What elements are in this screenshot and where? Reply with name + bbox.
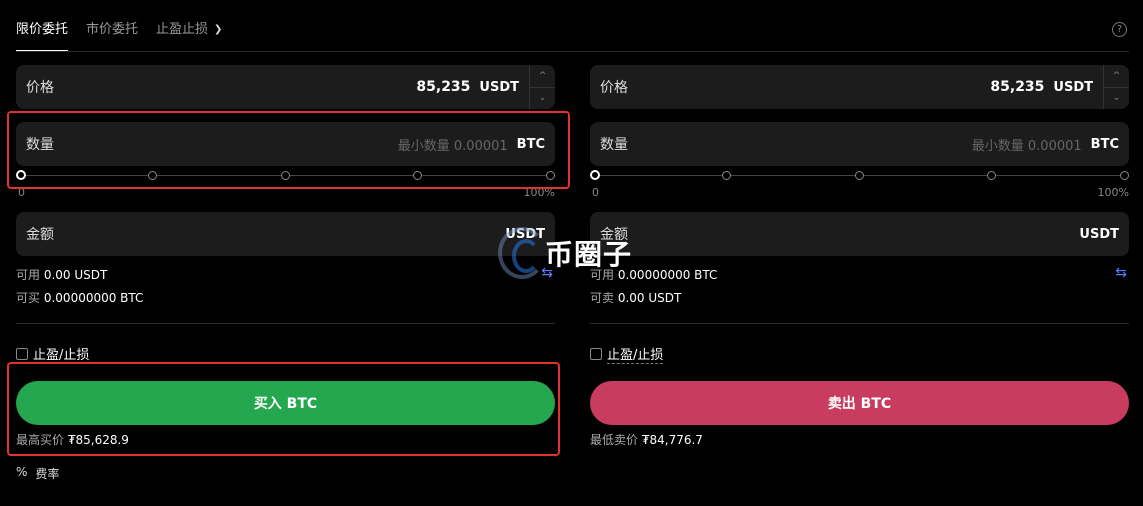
watermark-logo-icon xyxy=(498,227,546,279)
chevron-down-icon[interactable]: ⌄ xyxy=(1104,88,1129,110)
sell-quantity-unit: BTC xyxy=(1090,136,1119,152)
buy-price-field[interactable]: 价格 85,235 USDT ^ ⌄ xyxy=(16,65,555,109)
buy-tpsl-checkbox[interactable]: 止盈/止损 xyxy=(16,344,90,364)
sell-amount-field[interactable]: 金额 USDT xyxy=(590,212,1129,256)
slider-stop-50[interactable] xyxy=(281,171,290,180)
slider-stop-75[interactable] xyxy=(987,171,996,180)
sell-quantity-slider[interactable] xyxy=(590,170,1129,182)
slider-stop-100[interactable] xyxy=(1120,171,1129,180)
slider-min-label: 0 xyxy=(18,186,25,199)
buy-panel: 价格 85,235 USDT ^ ⌄ 数量 最小数量 0.00001 BTC 0… xyxy=(16,0,555,506)
watermark: 币圈子 xyxy=(498,225,643,285)
slider-min-label: 0 xyxy=(592,186,599,199)
fee-rate-link[interactable]: % 费率 xyxy=(16,465,59,482)
buy-amount-field[interactable]: 金额 USDT xyxy=(16,212,555,256)
sell-panel: 价格 85,235 USDT ^ ⌄ 数量 最小数量 0.00001 BTC 0… xyxy=(590,0,1129,506)
best-ask: 最低卖价 ₮84,776.7 xyxy=(590,431,703,448)
slider-handle[interactable] xyxy=(16,170,26,180)
slider-stop-25[interactable] xyxy=(148,171,157,180)
max-sell-value: 0.00 USDT xyxy=(617,291,682,305)
best-ask-label: 最低卖价 xyxy=(590,433,639,447)
buy-quantity-field[interactable]: 数量 最小数量 0.00001 BTC xyxy=(16,122,555,166)
sell-price-unit: USDT xyxy=(1053,79,1093,95)
sell-amount-unit: USDT xyxy=(1079,226,1119,242)
slider-stop-25[interactable] xyxy=(722,171,731,180)
max-buy-value: 0.00000000 BTC xyxy=(43,291,144,305)
buy-amount-label: 金额 xyxy=(26,227,54,243)
sell-price-field[interactable]: 价格 85,235 USDT ^ ⌄ xyxy=(590,65,1129,109)
max-sell-label: 可卖 xyxy=(590,291,615,305)
slider-stop-75[interactable] xyxy=(413,171,422,180)
sell-quantity-label: 数量 xyxy=(600,137,628,153)
sell-tpsl-checkbox[interactable]: 止盈/止损 xyxy=(590,344,664,364)
tpsl-label: 止盈/止损 xyxy=(607,344,664,364)
buy-max: 可买 0.00000000 BTC xyxy=(16,289,143,306)
chevron-down-icon[interactable]: ⌄ xyxy=(530,88,555,110)
buy-quantity-input[interactable]: 最小数量 0.00001 xyxy=(398,135,508,154)
fee-rate-label: 费率 xyxy=(35,467,60,481)
transfer-icon[interactable]: ⇆ xyxy=(1115,265,1127,281)
sell-price-value[interactable]: 85,235 xyxy=(990,79,1044,95)
slider-stop-50[interactable] xyxy=(855,171,864,180)
checkbox-icon[interactable] xyxy=(16,348,28,360)
slider-max-label: 100% xyxy=(1097,186,1129,199)
buy-quantity-unit: BTC xyxy=(516,136,545,152)
chevron-up-icon[interactable]: ^ xyxy=(1104,65,1129,88)
buy-price-stepper[interactable]: ^ ⌄ xyxy=(529,65,555,109)
buy-btc-button[interactable]: 买入 BTC xyxy=(16,381,555,425)
buy-quantity-label: 数量 xyxy=(26,137,54,153)
slider-max-label: 100% xyxy=(523,186,555,199)
best-bid-value: ₮85,628.9 xyxy=(67,433,129,447)
buy-available: 可用 0.00 USDT xyxy=(16,266,107,283)
sell-btc-button[interactable]: 卖出 BTC xyxy=(590,381,1129,425)
max-buy-label: 可买 xyxy=(16,291,41,305)
best-ask-value: ₮84,776.7 xyxy=(641,433,703,447)
best-bid: 最高买价 ₮85,628.9 xyxy=(16,431,129,448)
available-value: 0.00 USDT xyxy=(43,268,108,282)
tpsl-label: 止盈/止损 xyxy=(33,344,90,364)
slider-handle[interactable] xyxy=(590,170,600,180)
sell-price-label: 价格 xyxy=(600,80,628,96)
section-divider xyxy=(16,323,555,324)
buy-price-label: 价格 xyxy=(26,80,54,96)
sell-price-stepper[interactable]: ^ ⌄ xyxy=(1103,65,1129,109)
slider-stop-100[interactable] xyxy=(546,171,555,180)
chevron-up-icon[interactable]: ^ xyxy=(530,65,555,88)
available-label: 可用 xyxy=(16,268,41,282)
checkbox-icon[interactable] xyxy=(590,348,602,360)
buy-quantity-slider[interactable] xyxy=(16,170,555,182)
buy-price-value[interactable]: 85,235 xyxy=(416,79,470,95)
sell-max: 可卖 0.00 USDT xyxy=(590,289,681,306)
sell-quantity-field[interactable]: 数量 最小数量 0.00001 BTC xyxy=(590,122,1129,166)
best-bid-label: 最高买价 xyxy=(16,433,65,447)
percent-icon: % xyxy=(16,465,28,479)
watermark-text: 币圈子 xyxy=(545,238,633,271)
section-divider xyxy=(590,323,1129,324)
sell-quantity-input[interactable]: 最小数量 0.00001 xyxy=(972,135,1082,154)
buy-price-unit: USDT xyxy=(479,79,519,95)
